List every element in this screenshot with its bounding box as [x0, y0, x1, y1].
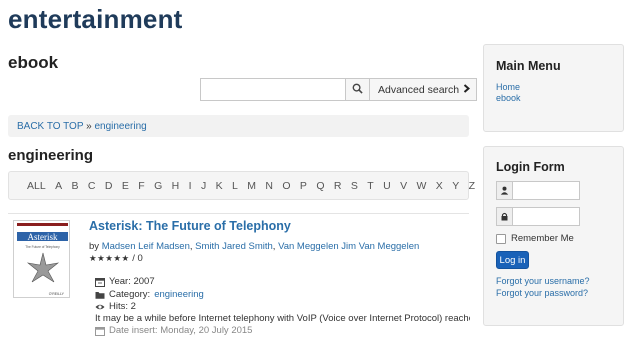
- main-menu-heading: Main Menu: [496, 59, 561, 73]
- calendar-icon: [95, 277, 105, 287]
- book-hits: Hits: 2: [95, 301, 136, 312]
- alphabet-filter: ALL A B C D E F G H I J K L M N O P Q R S T U V W X Y Z: [8, 171, 475, 200]
- alphabet-letter-f[interactable]: F: [138, 180, 144, 192]
- alphabet-letter-i[interactable]: I: [189, 180, 192, 192]
- login-button[interactable]: Log in: [496, 251, 529, 269]
- alphabet-letter-u[interactable]: U: [383, 180, 391, 192]
- alphabet-letter-x[interactable]: X: [436, 180, 443, 192]
- category-link[interactable]: engineering: [154, 289, 204, 300]
- search-input[interactable]: [200, 78, 345, 101]
- alphabet-letter-s[interactable]: S: [351, 180, 358, 192]
- book-rating: ★★★★★ / 0: [89, 253, 143, 264]
- alphabet-letter-p[interactable]: P: [300, 180, 307, 192]
- back-to-top-link[interactable]: BACK TO TOP: [17, 121, 83, 132]
- section-title: ebook: [8, 53, 59, 72]
- password-input[interactable]: [513, 207, 580, 226]
- lock-icon: [496, 207, 513, 226]
- alphabet-letter-a[interactable]: A: [55, 180, 62, 192]
- alphabet-letter-w[interactable]: W: [416, 180, 426, 192]
- category-label: Category:: [109, 289, 151, 300]
- book-year: Year: 2007: [95, 276, 155, 287]
- alphabet-letter-r[interactable]: R: [334, 180, 342, 192]
- alphabet-letter-e[interactable]: E: [122, 180, 129, 192]
- cover-title: Asterisk: [28, 232, 58, 242]
- alphabet-letter-y[interactable]: Y: [452, 180, 459, 192]
- breadcrumb-separator: »: [86, 121, 92, 132]
- alphabet-all[interactable]: ALL: [27, 180, 46, 192]
- book-category: Category: engineering: [95, 289, 204, 300]
- breadcrumb-current[interactable]: engineering: [94, 121, 146, 132]
- advanced-search-label: Advanced search: [378, 83, 460, 96]
- by-label: by: [89, 241, 100, 252]
- eye-icon: [95, 302, 105, 312]
- username-field: [496, 181, 580, 200]
- alphabet-letter-z[interactable]: Z: [469, 180, 475, 192]
- rating-count: / 0: [132, 253, 143, 264]
- alphabet-letter-b[interactable]: B: [71, 180, 78, 192]
- login-heading: Login Form: [496, 160, 565, 174]
- hits-text: Hits: 2: [109, 301, 136, 312]
- rating-stars[interactable]: ★★★★★: [89, 253, 130, 263]
- book-cover[interactable]: Asterisk The Future of Telephony O'REILL…: [13, 220, 70, 298]
- user-icon: [496, 181, 513, 200]
- main-menu-panel: Main Menu Home ebook: [483, 44, 624, 132]
- calendar-icon: [95, 326, 105, 336]
- alphabet-letter-q[interactable]: Q: [316, 180, 324, 192]
- search-icon: [352, 81, 363, 99]
- folder-icon: [95, 290, 105, 300]
- alphabet-letter-d[interactable]: D: [105, 180, 113, 192]
- author-link[interactable]: Madsen Leif Madsen: [102, 241, 190, 252]
- cover-subtitle: The Future of Telephony: [25, 245, 60, 249]
- divider: [8, 213, 469, 214]
- alphabet-letter-k[interactable]: K: [216, 180, 223, 192]
- remember-me-label: Remember Me: [511, 233, 574, 244]
- login-form-panel: Login Form Remember Me Log in Forgot you…: [483, 146, 624, 326]
- alphabet-letter-l[interactable]: L: [232, 180, 238, 192]
- book-authors: by Madsen Leif Madsen, Smith Jared Smith…: [89, 241, 420, 252]
- alphabet-letter-v[interactable]: V: [400, 180, 407, 192]
- forgot-username-link[interactable]: Forgot your username?: [496, 276, 590, 286]
- date-insert-text: Date insert: Monday, 20 July 2015: [109, 325, 253, 336]
- author-link[interactable]: Van Meggelen Jim Van Meggelen: [278, 241, 419, 252]
- alphabet-letter-h[interactable]: H: [172, 180, 180, 192]
- remember-me: Remember Me: [496, 233, 574, 244]
- menu-item-home[interactable]: Home: [496, 82, 520, 92]
- alphabet-letter-c[interactable]: C: [88, 180, 96, 192]
- cover-publisher: O'REILLY: [49, 292, 65, 296]
- search-bar: Advanced search: [200, 78, 478, 101]
- alphabet-letter-m[interactable]: M: [247, 180, 256, 192]
- book-title-link[interactable]: Asterisk: The Future of Telephony: [89, 219, 291, 233]
- chevron-right-icon: [463, 83, 471, 96]
- alphabet-letter-n[interactable]: N: [265, 180, 273, 192]
- category-title: engineering: [8, 147, 94, 164]
- breadcrumb: BACK TO TOP » engineering: [8, 115, 469, 137]
- remember-me-checkbox[interactable]: [496, 233, 506, 244]
- forgot-password-link[interactable]: Forgot your password?: [496, 288, 588, 298]
- username-input[interactable]: [513, 181, 580, 200]
- alphabet-letter-t[interactable]: T: [367, 180, 373, 192]
- menu-item-ebook[interactable]: ebook: [496, 93, 521, 103]
- alphabet-letter-o[interactable]: O: [282, 180, 290, 192]
- author-link[interactable]: Smith Jared Smith: [195, 241, 273, 252]
- password-field: [496, 207, 580, 226]
- book-description: It may be a while before Internet teleph…: [95, 313, 470, 324]
- search-button[interactable]: [345, 78, 370, 101]
- advanced-search-button[interactable]: Advanced search: [369, 78, 478, 101]
- book-date-insert: Date insert: Monday, 20 July 2015: [95, 325, 252, 336]
- alphabet-letter-j[interactable]: J: [201, 180, 206, 192]
- site-title: entertainment: [8, 4, 183, 34]
- alphabet-letter-g[interactable]: G: [154, 180, 162, 192]
- year-text: Year: 2007: [109, 276, 155, 287]
